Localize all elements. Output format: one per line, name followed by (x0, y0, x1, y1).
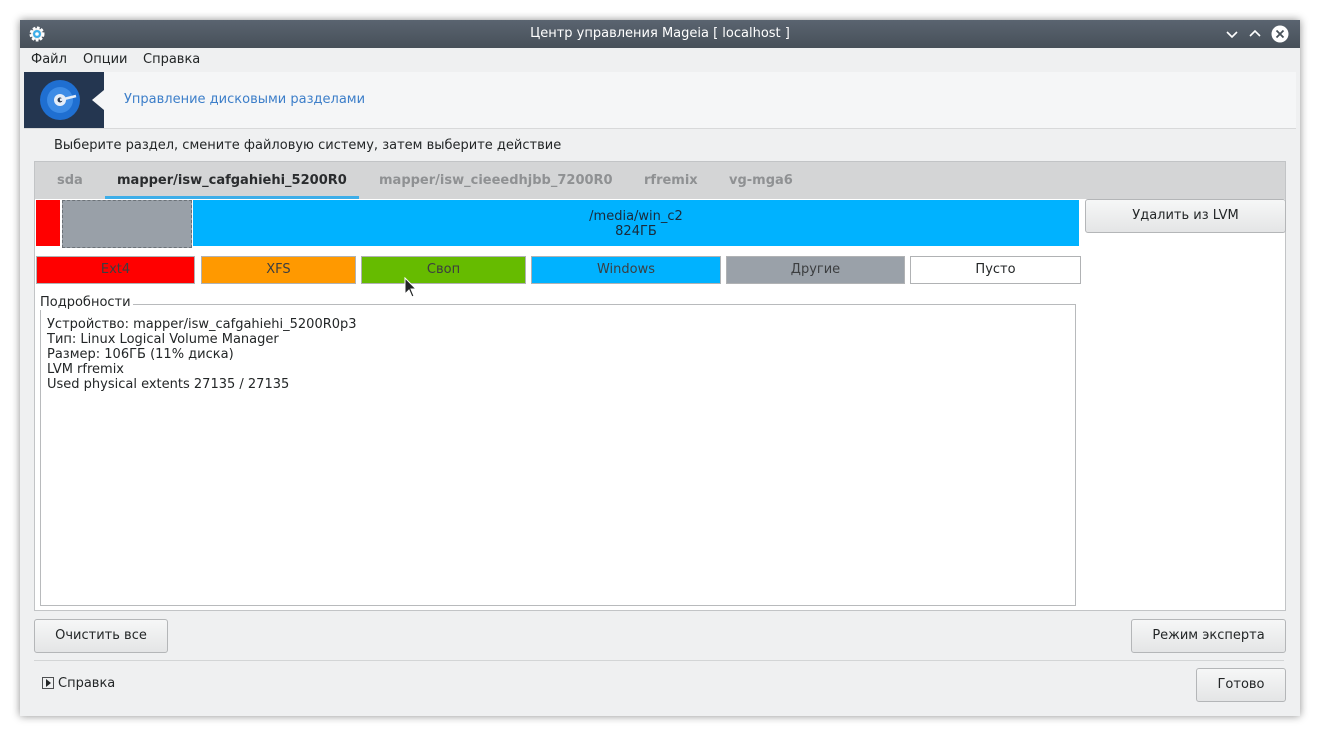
details-text: Устройство: mapper/isw_cafgahiehi_5200R0… (47, 317, 357, 392)
module-header: Управление дисковыми разделами (24, 72, 1296, 129)
tab-sda[interactable]: sda (45, 162, 95, 199)
legend-other: Другие (726, 256, 905, 284)
disk-icon (24, 72, 104, 128)
detail-size: Размер: 106ГБ (11% диска) (47, 347, 234, 362)
partition-panel: /media/win_c2 824ГБ Удалить из LVM Ext4 … (34, 199, 1286, 611)
legend-windows: Windows (531, 256, 721, 284)
help-label: Справка (58, 676, 116, 691)
tab-isw-cafgahiehi[interactable]: mapper/isw_cafgahiehi_5200R0 (105, 162, 359, 199)
partition-size: 824ГБ (615, 224, 657, 239)
menu-file[interactable]: Файл (31, 52, 67, 67)
expert-mode-button[interactable]: Режим эксперта (1131, 619, 1286, 653)
remove-from-lvm-button[interactable]: Удалить из LVM (1085, 199, 1286, 233)
module-title: Управление дисковыми разделами (124, 92, 366, 107)
mouse-cursor-icon (404, 277, 418, 298)
partition-segment-lvm-selected[interactable] (62, 200, 192, 248)
disk-tabs: sda mapper/isw_cafgahiehi_5200R0 mapper/… (34, 161, 1286, 200)
expand-arrow-icon (42, 677, 54, 689)
title-bar[interactable]: Центр управления Mageia [ localhost ] (20, 20, 1300, 48)
legend-ext4: Ext4 (36, 256, 195, 284)
menu-help[interactable]: Справка (143, 52, 200, 67)
clear-all-button[interactable]: Очистить все (34, 619, 168, 653)
partition-segment-windows[interactable]: /media/win_c2 824ГБ (193, 200, 1079, 246)
main-window: Центр управления Mageia [ localhost ] Фа… (20, 20, 1300, 716)
detail-type: Тип: Linux Logical Volume Manager (47, 332, 279, 347)
detail-device: Устройство: mapper/isw_cafgahiehi_5200R0… (47, 317, 357, 332)
done-button[interactable]: Готово (1196, 668, 1286, 702)
detail-lvm: LVM rfremix (47, 362, 125, 377)
tab-rfremix[interactable]: rfremix (632, 162, 710, 199)
maximize-icon[interactable] (1245, 24, 1265, 44)
tab-vg-mga6[interactable]: vg-mga6 (717, 162, 805, 199)
legend-empty: Пусто (910, 256, 1081, 284)
legend-xfs: XFS (201, 256, 356, 284)
menu-options[interactable]: Опции (83, 52, 127, 67)
legend-swap: Своп (361, 256, 526, 284)
partition-mount: /media/win_c2 (589, 209, 683, 224)
instruction-text: Выберите раздел, смените файловую систем… (54, 138, 562, 153)
details-label: Подробности (40, 295, 133, 310)
separator (34, 660, 1284, 661)
window-title: Центр управления Mageia [ localhost ] (530, 26, 790, 41)
details-box: Устройство: mapper/isw_cafgahiehi_5200R0… (40, 304, 1076, 606)
menu-bar: Файл Опции Справка (20, 48, 1300, 72)
detail-extents: Used physical extents 27135 / 27135 (47, 377, 290, 392)
help-expander[interactable]: Справка (42, 676, 115, 691)
tab-isw-cieeedhjbb[interactable]: mapper/isw_cieeedhjbb_7200R0 (367, 162, 625, 199)
close-icon[interactable] (1270, 24, 1290, 44)
minimize-icon[interactable] (1222, 24, 1242, 44)
partition-segment-ext4[interactable] (36, 200, 60, 246)
